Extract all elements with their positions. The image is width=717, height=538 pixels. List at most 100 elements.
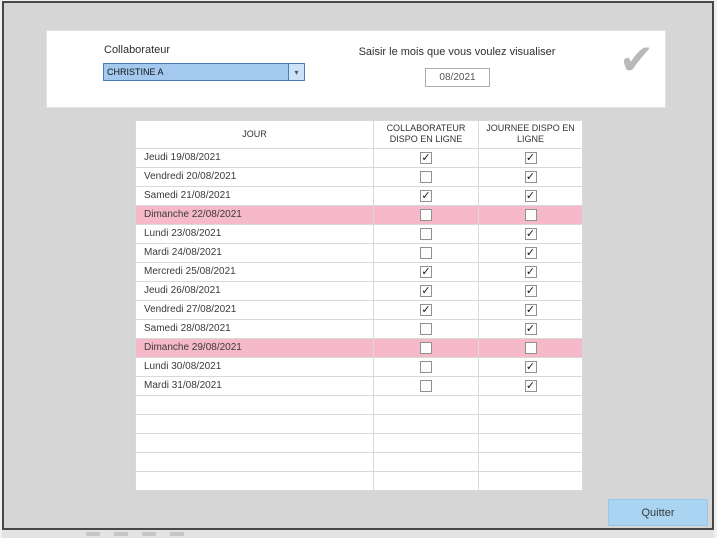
taskbar-item: [86, 532, 100, 536]
empty-row: [135, 451, 583, 472]
journee-dispo-checkbox[interactable]: ✓: [524, 284, 537, 297]
collab-dispo-cell: [373, 223, 479, 244]
collaborator-label: Collaborateur: [104, 44, 171, 56]
collab-dispo-checkbox[interactable]: [420, 208, 432, 221]
day-cell: Mardi 24/08/2021: [135, 242, 374, 263]
collab-dispo-cell: [373, 375, 479, 396]
table-row: Mardi 24/08/2021 ✓: [135, 242, 583, 263]
table-row: Samedi 28/08/2021 ✓: [135, 318, 583, 339]
collab-dispo-checkbox[interactable]: ✓: [420, 284, 432, 297]
collab-dispo-checkbox[interactable]: [420, 360, 432, 373]
collab-dispo-cell: [373, 204, 479, 225]
taskbar-item: [142, 532, 156, 536]
collab-dispo-checkbox[interactable]: [420, 322, 432, 335]
journee-dispo-checkbox[interactable]: ✓: [524, 322, 537, 335]
table-row: Mardi 31/08/2021 ✓: [135, 375, 583, 396]
day-cell: Samedi 28/08/2021: [135, 318, 374, 339]
collaborator-value: CHRISTINE A: [107, 67, 164, 77]
journee-dispo-cell: ✓: [478, 375, 583, 396]
day-cell: Jeudi 26/08/2021: [135, 280, 374, 301]
collab-dispo-cell: [373, 318, 479, 339]
table-row: Vendredi 20/08/2021 ✓: [135, 166, 583, 187]
taskbar-edge: [2, 530, 714, 538]
collaborator-combobox[interactable]: CHRISTINE A ▾: [103, 63, 305, 81]
journee-dispo-checkbox[interactable]: ✓: [524, 303, 537, 316]
availability-table: JOUR COLLABORATEUR DISPO EN LIGNE JOURNE…: [135, 120, 583, 491]
table-row: Lundi 30/08/2021 ✓: [135, 356, 583, 377]
journee-dispo-cell: ✓: [478, 147, 583, 168]
day-cell: Jeudi 19/08/2021: [135, 147, 374, 168]
journee-dispo-cell: ✓: [478, 261, 583, 282]
journee-dispo-checkbox[interactable]: ✓: [524, 379, 537, 392]
table-row: Mercredi 25/08/2021 ✓ ✓: [135, 261, 583, 282]
collab-dispo-checkbox[interactable]: [420, 379, 432, 392]
table-row: Dimanche 29/08/2021: [135, 337, 583, 358]
table-row: Jeudi 19/08/2021 ✓ ✓: [135, 147, 583, 168]
day-cell: Lundi 30/08/2021: [135, 356, 374, 377]
collab-dispo-cell: ✓: [373, 280, 479, 301]
journee-dispo-checkbox[interactable]: ✓: [524, 246, 537, 259]
day-cell: Samedi 21/08/2021: [135, 185, 374, 206]
month-label: Saisir le mois que vous voulez visualise…: [358, 46, 556, 58]
table-body: Jeudi 19/08/2021 ✓ ✓ Vendredi 20/08/2021 ✓ Sa…: [135, 147, 583, 491]
collab-dispo-checkbox[interactable]: ✓: [420, 151, 432, 164]
chevron-down-icon: ▾: [294, 67, 299, 77]
day-cell: Vendredi 20/08/2021: [135, 166, 374, 187]
day-cell: Dimanche 22/08/2021: [135, 204, 374, 225]
empty-row: [135, 470, 583, 491]
journee-dispo-checkbox[interactable]: ✓: [524, 360, 537, 373]
table-row: Lundi 23/08/2021 ✓: [135, 223, 583, 244]
day-cell: Dimanche 29/08/2021: [135, 337, 374, 358]
journee-dispo-cell: ✓: [478, 356, 583, 377]
journee-dispo-checkbox[interactable]: [524, 341, 537, 354]
collab-dispo-checkbox[interactable]: [420, 246, 432, 259]
empty-row: [135, 432, 583, 453]
empty-row: [135, 394, 583, 415]
day-cell: Mercredi 25/08/2021: [135, 261, 374, 282]
collab-dispo-checkbox[interactable]: ✓: [420, 189, 432, 202]
journee-dispo-cell: [478, 204, 583, 225]
table-header-row: JOUR COLLABORATEUR DISPO EN LIGNE JOURNE…: [135, 120, 583, 149]
journee-dispo-cell: ✓: [478, 299, 583, 320]
collab-dispo-checkbox[interactable]: [420, 170, 432, 183]
collab-dispo-cell: ✓: [373, 185, 479, 206]
journee-dispo-checkbox[interactable]: ✓: [524, 170, 537, 183]
journee-dispo-checkbox[interactable]: ✓: [524, 265, 537, 278]
validate-check-icon[interactable]: ✔: [619, 39, 654, 81]
journee-dispo-cell: ✓: [478, 223, 583, 244]
collab-dispo-checkbox[interactable]: [420, 227, 432, 240]
collab-dispo-cell: [373, 166, 479, 187]
journee-dispo-cell: ✓: [478, 166, 583, 187]
collab-dispo-cell: [373, 242, 479, 263]
journee-dispo-cell: [478, 337, 583, 358]
month-input[interactable]: [425, 68, 490, 87]
journee-dispo-checkbox[interactable]: ✓: [524, 151, 537, 164]
table-row: Dimanche 22/08/2021: [135, 204, 583, 225]
journee-dispo-cell: ✓: [478, 318, 583, 339]
journee-dispo-checkbox[interactable]: [524, 208, 537, 221]
journee-dispo-cell: ✓: [478, 242, 583, 263]
column-header-collaborateur-dispo: COLLABORATEUR DISPO EN LIGNE: [373, 120, 479, 149]
journee-dispo-cell: ✓: [478, 185, 583, 206]
column-header-jour: JOUR: [135, 120, 374, 149]
app-window: Collaborateur CHRISTINE A ▾ Saisir le mo…: [2, 1, 714, 530]
journee-dispo-checkbox[interactable]: ✓: [524, 227, 537, 240]
journee-dispo-checkbox[interactable]: ✓: [524, 189, 537, 202]
filter-panel: Collaborateur CHRISTINE A ▾ Saisir le mo…: [46, 30, 666, 108]
journee-dispo-cell: ✓: [478, 280, 583, 301]
collab-dispo-cell: ✓: [373, 261, 479, 282]
collaborator-dropdown-button[interactable]: ▾: [288, 64, 304, 80]
collab-dispo-cell: [373, 356, 479, 377]
collab-dispo-cell: [373, 337, 479, 358]
collab-dispo-checkbox[interactable]: ✓: [420, 265, 432, 278]
table-row: Vendredi 27/08/2021 ✓ ✓: [135, 299, 583, 320]
day-cell: Mardi 31/08/2021: [135, 375, 374, 396]
table-row: Jeudi 26/08/2021 ✓ ✓: [135, 280, 583, 301]
collab-dispo-checkbox[interactable]: ✓: [420, 303, 432, 316]
taskbar-item: [170, 532, 184, 536]
collab-dispo-cell: ✓: [373, 147, 479, 168]
table-row: Samedi 21/08/2021 ✓ ✓: [135, 185, 583, 206]
quit-button[interactable]: Quitter: [608, 499, 708, 526]
day-cell: Vendredi 27/08/2021: [135, 299, 374, 320]
collab-dispo-checkbox[interactable]: [420, 341, 432, 354]
